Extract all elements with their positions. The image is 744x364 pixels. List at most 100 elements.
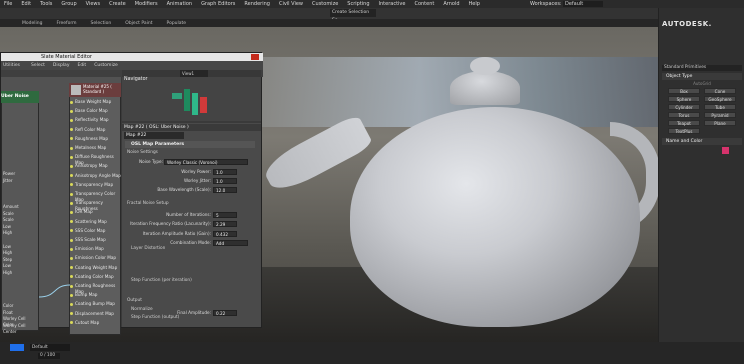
- node-output-slot[interactable]: Jitter: [3, 178, 37, 184]
- input-socket[interactable]: [70, 155, 73, 159]
- param-value[interactable]: Add: [213, 240, 248, 246]
- object-color-swatch[interactable]: [722, 147, 729, 154]
- node-output-slot[interactable]: Power: [3, 171, 37, 177]
- node-output-slot[interactable]: [3, 197, 37, 203]
- param-value[interactable]: 0.432: [213, 231, 237, 237]
- param-value[interactable]: 12.0: [213, 187, 237, 193]
- menu-item[interactable]: Modifiers: [135, 1, 158, 7]
- material-slot[interactable]: Transparency Map: [75, 182, 121, 188]
- material-slot[interactable]: Coating Bump Map: [75, 301, 121, 307]
- material-slot[interactable]: Base Color Map: [75, 108, 121, 114]
- primitive-type-select[interactable]: Standard Primitives: [662, 65, 742, 71]
- node-output-slot[interactable]: [3, 164, 37, 170]
- node-output-slot[interactable]: [3, 237, 37, 243]
- material-slot[interactable]: SSS Scale Map: [75, 237, 121, 243]
- menu-item[interactable]: Create: [109, 1, 126, 7]
- osl-rollout[interactable]: OSL Map Parameters: [125, 141, 255, 148]
- menu-item[interactable]: Tools: [40, 1, 52, 7]
- primitive-button[interactable]: Sphere: [668, 96, 700, 102]
- primitive-button[interactable]: Cylinder: [668, 104, 700, 110]
- node-output-slot[interactable]: [3, 131, 37, 137]
- node-output-slot[interactable]: [3, 125, 37, 131]
- close-icon[interactable]: [251, 54, 259, 60]
- menu-item[interactable]: Group: [61, 1, 76, 7]
- view-select[interactable]: View1: [180, 70, 208, 77]
- material-slot[interactable]: Diffuse Roughness Map: [75, 154, 121, 165]
- input-socket[interactable]: [70, 109, 73, 113]
- menu-item[interactable]: Content: [414, 1, 434, 7]
- material-slot[interactable]: Emission Map: [75, 246, 121, 252]
- input-socket[interactable]: [70, 247, 73, 251]
- material-slot[interactable]: Anisotropy Map: [75, 163, 121, 169]
- sme-menu-item[interactable]: Select: [31, 63, 45, 68]
- node-output-slot[interactable]: [3, 112, 37, 118]
- node-output-slot[interactable]: Scale: [3, 217, 37, 223]
- material-slot[interactable]: Coating Roughness Map: [75, 283, 121, 294]
- object-type-rollout[interactable]: Object Type: [662, 73, 742, 80]
- name-color-rollout[interactable]: Name and Color: [662, 138, 742, 145]
- material-slot[interactable]: Coating Color Map: [75, 274, 121, 280]
- node-output-slot[interactable]: Low: [3, 224, 37, 230]
- input-socket[interactable]: [70, 164, 73, 168]
- node-output-slot[interactable]: [3, 290, 37, 296]
- node-output-slot[interactable]: [3, 184, 37, 190]
- node-output-slot[interactable]: High: [3, 230, 37, 236]
- node-output-slot[interactable]: Low: [3, 263, 37, 269]
- ribbon-tab[interactable]: Populate: [167, 21, 187, 26]
- menu-item[interactable]: File: [4, 1, 12, 7]
- input-socket[interactable]: [70, 201, 73, 205]
- layer-select[interactable]: Default: [30, 344, 70, 351]
- node-output-slot[interactable]: Float: [3, 310, 37, 316]
- ribbon-tab[interactable]: Object Paint: [125, 21, 152, 26]
- material-slot[interactable]: Refl Color Map: [75, 127, 121, 133]
- material-slot[interactable]: Metalness Map: [75, 145, 121, 151]
- material-slot[interactable]: Base Weight Map: [75, 99, 121, 105]
- material-slot[interactable]: Reflectivity Map: [75, 117, 121, 123]
- sme-menu-item[interactable]: Display: [53, 63, 70, 68]
- primitive-button[interactable]: Torus: [668, 112, 700, 118]
- menu-item[interactable]: Arnold: [443, 1, 459, 7]
- input-socket[interactable]: [70, 238, 73, 242]
- ribbon-tab[interactable]: Selection: [91, 21, 112, 26]
- node-output-slot[interactable]: [3, 151, 37, 157]
- frame-counter[interactable]: 0 / 100: [38, 353, 60, 359]
- play-icon[interactable]: [10, 344, 24, 351]
- primitive-button[interactable]: Teapot: [668, 120, 700, 126]
- autogrid-label[interactable]: AutoGrid: [662, 81, 742, 87]
- node-output-slot[interactable]: [3, 118, 37, 124]
- ribbon-tab[interactable]: Modeling: [22, 21, 42, 26]
- node-output-slot[interactable]: [3, 296, 37, 302]
- primitive-button[interactable]: GeoSphere: [704, 96, 736, 102]
- menu-item[interactable]: Help: [469, 1, 480, 7]
- material-slot[interactable]: Roughness Map: [75, 136, 121, 142]
- node-output-slot[interactable]: Amount: [3, 204, 37, 210]
- node-output-slot[interactable]: [3, 145, 37, 151]
- menu-item[interactable]: Animation: [167, 1, 193, 7]
- ribbon-tab[interactable]: Freeform: [56, 21, 76, 26]
- menu-item[interactable]: Rendering: [244, 1, 270, 7]
- material-slot[interactable]: Bump Map: [75, 292, 121, 298]
- material-slot[interactable]: Scattering Map: [75, 219, 121, 225]
- step-function-checkbox[interactable]: Step Function (per iteration): [131, 278, 192, 283]
- node-output-slot[interactable]: High: [3, 250, 37, 256]
- sme-menu-item[interactable]: Customize: [94, 63, 118, 68]
- node-output-slot[interactable]: Low: [3, 244, 37, 250]
- node-output-slot[interactable]: Scale: [3, 211, 37, 217]
- material-slot[interactable]: Coating Weight Map: [75, 265, 121, 271]
- material-slot[interactable]: Emission Color Map: [75, 255, 121, 261]
- input-socket[interactable]: [70, 118, 73, 122]
- param-value[interactable]: 1.0: [213, 178, 237, 184]
- primitive-button[interactable]: TextPlus: [668, 128, 700, 134]
- param-value[interactable]: 0.22: [213, 310, 237, 316]
- material-slot[interactable]: Transparency Color Map: [75, 191, 121, 202]
- param-value[interactable]: Worley Classic (Voronoi): [164, 159, 248, 165]
- menu-item[interactable]: Interactive: [379, 1, 406, 7]
- create-selection-set[interactable]: Create Selection Se: [330, 9, 376, 23]
- navigator-panel[interactable]: Navigator: [122, 77, 261, 121]
- node-output-slot[interactable]: Worley Cell Color: [3, 316, 37, 327]
- material-slot[interactable]: Displacement Map: [75, 311, 121, 317]
- primitive-button[interactable]: Cone: [704, 88, 736, 94]
- menu-item[interactable]: Customize: [312, 1, 338, 7]
- map-name-field[interactable]: Map #22: [124, 132, 184, 139]
- node-output-slot[interactable]: High: [3, 270, 37, 276]
